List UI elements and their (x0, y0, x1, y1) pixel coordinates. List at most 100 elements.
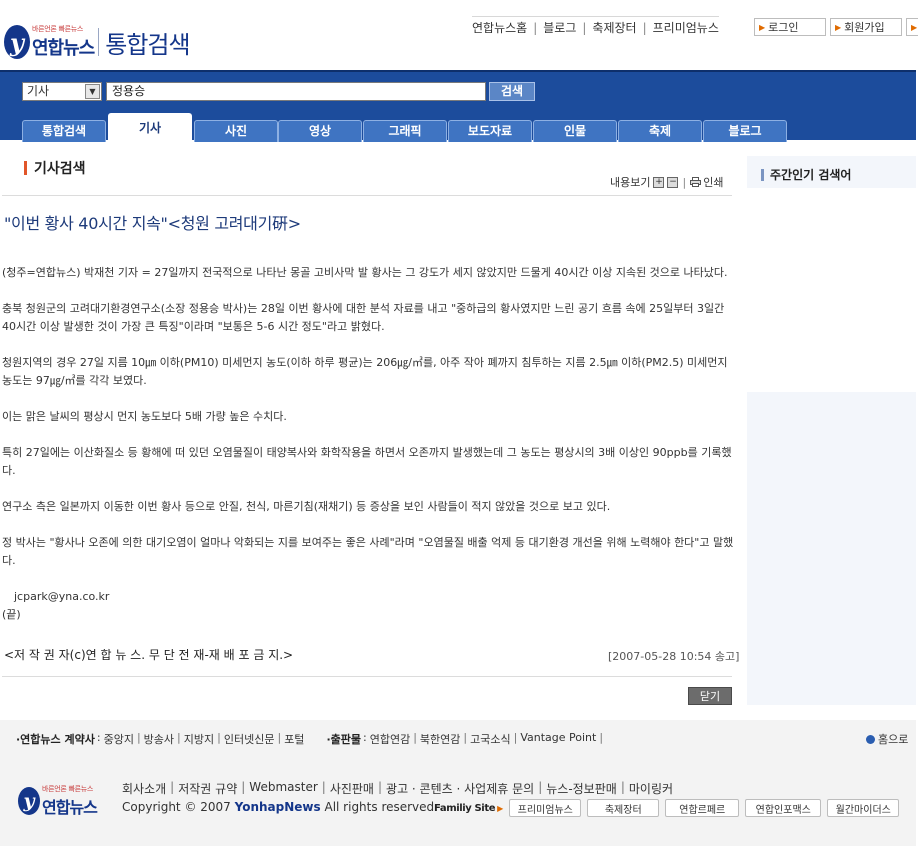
service-title: 통합검색 (105, 30, 190, 59)
arrow-right-icon: ▶ (759, 22, 766, 32)
logo-slogan: 바른언론 빠른뉴스 (32, 25, 84, 33)
family-site-lepere[interactable]: 연합르페르 (665, 799, 740, 817)
close-button[interactable]: 닫기 (688, 687, 732, 705)
article-body: (청주=연합뉴스) 박재천 기자 = 27일까지 전국적으로 나타난 몽골 고비… (2, 264, 734, 626)
contract-link[interactable]: 방송사 (144, 731, 174, 747)
tab-blog[interactable]: 블로그 (703, 120, 787, 142)
family-site-premium[interactable]: 프리미엄뉴스 (509, 799, 582, 817)
footer-link-photo-sales[interactable]: 사진판매 (330, 780, 374, 797)
contract-link[interactable]: 중앙지 (104, 731, 134, 747)
footer-link-mylinker[interactable]: 마이링커 (629, 780, 673, 797)
printer-icon (690, 177, 702, 187)
partner-links: ·연합뉴스 계약사: 중앙지 | 방송사 | 지방지 | 인터넷신문 | 포털 ·출판물… (16, 731, 604, 747)
top-navigation: 연합뉴스홈 | 블로그 | 축제장터 | 프리미엄뉴스 (472, 16, 719, 38)
logo-name: 연합뉴스 (42, 798, 98, 817)
join-label: 회원가입 (844, 21, 885, 34)
search-band: 기사 ▼ 정용승 검색 통합검색 기사 사진 영상 그래픽 보도자료 인물 축제… (0, 70, 916, 142)
arrow-right-icon: ▶ (497, 803, 504, 813)
search-category-select[interactable]: 기사 ▼ (22, 82, 102, 101)
publish-date: [2007-05-28 10:54 송고] (608, 650, 740, 663)
top-link-blog[interactable]: 블로그 (543, 19, 576, 36)
section-title-text: 기사검색 (34, 161, 86, 177)
article-paragraph: 연구소 측은 일본까지 이동한 이번 황사 등으로 안질, 천식, 마른기침(재… (2, 500, 611, 513)
top-link-festival[interactable]: 축제장터 (592, 19, 636, 36)
article-paragraph: 정 박사는 "황사나 오존에 의한 대기오염이 얼마나 악화되는 지를 보여주는… (2, 536, 734, 567)
footer-link-webmaster[interactable]: Webmaster (249, 780, 317, 797)
print-button[interactable]: 인쇄 (690, 174, 723, 190)
contract-label: ·연합뉴스 계약사 (16, 733, 95, 746)
partial-top-button[interactable]: ▶ (906, 18, 918, 36)
contract-link[interactable]: 인터넷신문 (224, 731, 275, 747)
login-button[interactable]: ▶ 로그인 (754, 18, 826, 36)
copyright-notice: <저 작 권 자(c)연 합 뉴 스. 무 단 전 재-재 배 포 금 지.> (4, 648, 294, 662)
sidebar-background (747, 392, 916, 705)
home-link[interactable]: 홈으로 (866, 731, 908, 747)
article-paragraph: 이는 맑은 날씨의 평상시 먼지 농도보다 5배 가량 높은 수치다. (2, 410, 287, 423)
footer-logo[interactable]: y 바른언론 빠른뉴스 연합뉴스 (18, 784, 98, 818)
divider: | (642, 20, 647, 35)
section-title: 기사검색 (24, 158, 86, 178)
publication-label: ·출판물 (326, 733, 361, 746)
divider-line (2, 195, 732, 196)
arrow-right-icon: ▶ (835, 22, 842, 32)
family-site-midas[interactable]: 월간마이더스 (827, 799, 900, 817)
tab-integrated[interactable]: 통합검색 (22, 120, 106, 142)
article-paragraph: 충북 청원군의 고려대기환경연구소(소장 정용승 박사)는 28일 이번 황사에… (2, 302, 725, 333)
contract-link[interactable]: 지방지 (184, 731, 214, 747)
font-larger-icon[interactable]: + (653, 176, 665, 188)
article-end-mark: (끝) (2, 608, 21, 621)
footer-link-news-sales[interactable]: 뉴스-정보판매 (546, 780, 617, 797)
publication-link[interactable]: 고국소식 (470, 731, 510, 747)
tab-photo[interactable]: 사진 (194, 120, 278, 142)
publication-link[interactable]: 북한연감 (420, 731, 460, 747)
divider-line (2, 676, 732, 677)
publication-link[interactable]: 연합연감 (370, 731, 410, 747)
reporter-email[interactable]: jcpark@yna.co.kr (2, 588, 734, 606)
title-marker (761, 168, 764, 181)
print-label: 인쇄 (703, 176, 724, 189)
footer-copyright: Copyright © 2007 YonhapNews All rights r… (122, 800, 438, 814)
chevron-down-icon[interactable]: ▼ (85, 84, 100, 99)
contract-link[interactable]: 포털 (284, 731, 304, 747)
home-label: 홈으로 (878, 733, 909, 746)
search-input[interactable]: 정용승 (106, 82, 486, 101)
logo-divider (98, 28, 100, 56)
family-site-infomax[interactable]: 연합인포맥스 (745, 799, 822, 817)
search-button[interactable]: 검색 (489, 82, 535, 101)
copyright-prefix: Copyright © 2007 (122, 800, 231, 814)
tab-festival[interactable]: 축제 (618, 120, 702, 142)
footer-link-about[interactable]: 회사소개 (122, 780, 166, 797)
logo-emblem-icon: y (4, 25, 30, 59)
tab-people[interactable]: 인물 (533, 120, 617, 142)
yonhap-logo[interactable]: y 바른언론 빠른뉴스 연합뉴스 통합검색 (4, 24, 191, 60)
tab-article[interactable]: 기사 (108, 113, 192, 142)
article-paragraph: 특히 27일에는 이산화질소 등 황해에 떠 있던 오염물질이 태양복사와 화학… (2, 446, 732, 477)
title-marker (24, 161, 27, 175)
search-category-value: 기사 (27, 84, 50, 98)
top-link-home[interactable]: 연합뉴스홈 (472, 19, 527, 36)
article-headline: "이번 황사 40시간 지속"<청원 고려대기硏> (4, 214, 301, 233)
popular-keywords-panel: 주간인기 검색어 (747, 156, 916, 392)
family-site-label: Familiy Site (434, 802, 496, 814)
join-button[interactable]: ▶ 회원가입 (830, 18, 902, 36)
publication-link[interactable]: Vantage Point (520, 731, 596, 747)
footer-links: 회사소개 | 저작권 규약 | Webmaster | 사진판매 | 광고 · 콘텐츠 … (122, 780, 674, 797)
logo-emblem-icon: y (18, 787, 40, 815)
divider: | (582, 20, 587, 35)
arrow-right-icon: ▶ (911, 22, 918, 32)
logo-slogan: 바른언론 빠른뉴스 (42, 785, 94, 793)
tab-press-release[interactable]: 보도자료 (448, 120, 532, 142)
popular-keywords-title: 주간인기 검색어 (761, 166, 851, 183)
top-link-premium[interactable]: 프리미엄뉴스 (653, 19, 719, 36)
footer-link-copyright[interactable]: 저작권 규약 (178, 780, 237, 797)
tab-video[interactable]: 영상 (278, 120, 362, 142)
copyright-brand: YonhapNews (234, 800, 321, 814)
footer-link-business[interactable]: 광고 · 콘텐츠 · 사업제휴 문의 (386, 780, 534, 797)
copyright-suffix: All rights reserved. (324, 800, 438, 814)
font-smaller-icon[interactable]: − (667, 176, 679, 188)
divider: | (533, 20, 538, 35)
tab-graphic[interactable]: 그래픽 (363, 120, 447, 142)
article-paragraph: (청주=연합뉴스) 박재천 기자 = 27일까지 전국적으로 나타난 몽골 고비… (2, 266, 728, 279)
view-tools: 내용보기 + − | 인쇄 (610, 174, 723, 190)
family-site-festival[interactable]: 축제장터 (587, 799, 660, 817)
